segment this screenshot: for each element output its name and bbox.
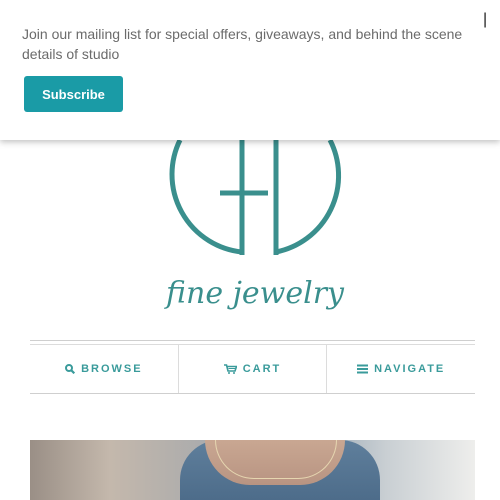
logo-text: fine jewelry [164, 276, 345, 311]
nav-navigate[interactable]: NAVIGATE [326, 344, 475, 393]
search-icon [65, 363, 76, 374]
nav-cart[interactable]: CART [177, 344, 327, 393]
nav-browse[interactable]: BROWSE [30, 344, 178, 393]
subscribe-button[interactable]: Subscribe [24, 76, 123, 112]
nav-navigate-label: NAVIGATE [374, 362, 446, 375]
nav-cart-label: CART [242, 362, 282, 375]
close-icon[interactable]: | [483, 12, 487, 28]
menu-icon [357, 364, 369, 373]
hero-image [30, 440, 475, 500]
nav-browse-label: BROWSE [81, 362, 143, 375]
popup-message: Join our mailing list for special offers… [22, 26, 463, 62]
main-nav: BROWSE CART NAVIGATE [30, 340, 475, 394]
mailing-list-popup: Join our mailing list for special offers… [0, 0, 500, 140]
cart-icon [223, 363, 237, 374]
